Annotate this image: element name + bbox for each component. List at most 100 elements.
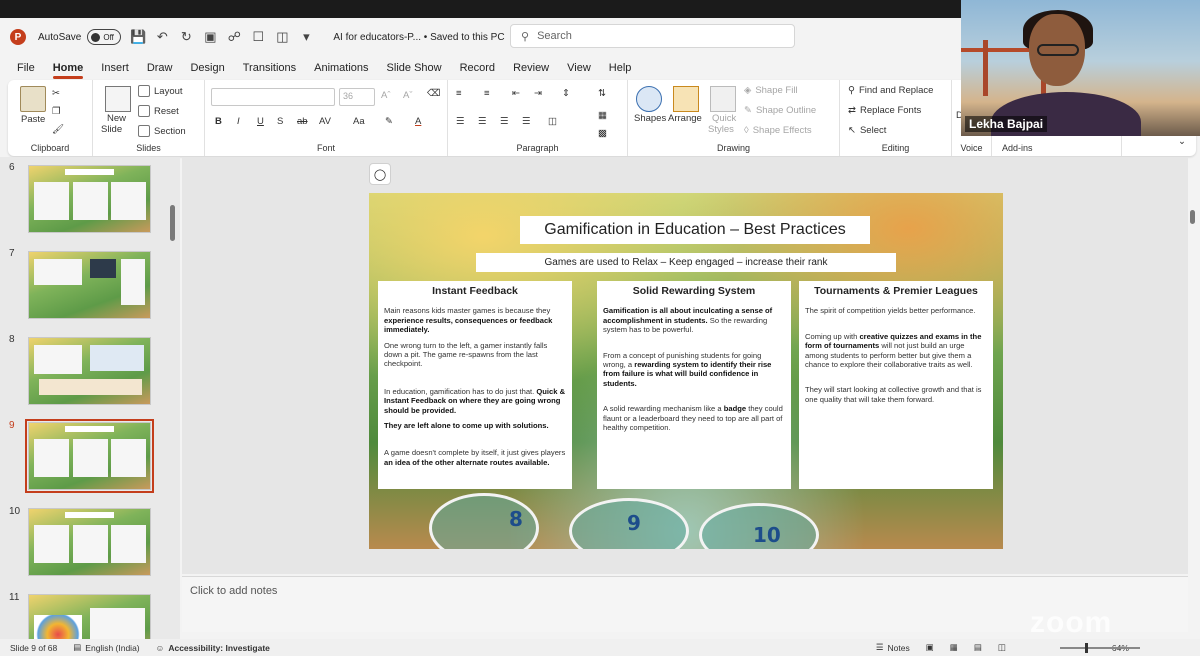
justify-icon[interactable]: ☰ — [522, 116, 531, 127]
format-painter-icon[interactable]: 🖌 — [52, 124, 64, 135]
new-slide-button[interactable]: New — [107, 113, 126, 124]
align-text-icon[interactable]: ▦ — [598, 110, 607, 121]
copy-icon[interactable]: ❐ — [52, 106, 61, 117]
paste-icon[interactable] — [20, 86, 46, 112]
undo-icon[interactable]: ↶ — [155, 29, 169, 44]
tab-file[interactable]: File — [17, 62, 35, 74]
replace-fonts-button[interactable]: ⇄ Replace Fonts — [848, 105, 921, 116]
columns-icon[interactable]: ◫ — [548, 116, 557, 127]
customize-qat-icon[interactable]: ▾ — [299, 29, 313, 44]
new-comment-icon[interactable]: ☐ — [251, 29, 265, 44]
section-button[interactable]: Section — [138, 125, 186, 137]
increase-font-icon[interactable]: Aˆ — [381, 90, 391, 101]
canvas-scrollbar[interactable] — [1190, 210, 1195, 224]
align-right-icon[interactable]: ☰ — [500, 116, 509, 127]
tab-help[interactable]: Help — [609, 62, 632, 74]
shape-effects-button[interactable]: ◊ Shape Effects — [744, 125, 812, 136]
designer-icon[interactable]: ◯ — [369, 163, 391, 185]
zoom-slider-thumb[interactable] — [1085, 643, 1088, 653]
slide-thumbnail[interactable] — [28, 251, 151, 319]
underline-icon[interactable]: U — [257, 116, 264, 127]
strikethrough-icon[interactable]: ab — [297, 116, 308, 127]
italic-icon[interactable]: I — [237, 116, 240, 127]
highlight-icon[interactable]: ✎ — [385, 116, 393, 127]
numbering-icon[interactable]: ≡ — [484, 88, 490, 99]
quick-styles-button-2[interactable]: Styles — [708, 124, 734, 135]
column-solid-rewarding[interactable]: Solid Rewarding System Gamification is a… — [597, 281, 791, 489]
shapes-icon[interactable] — [636, 86, 662, 112]
clear-formatting-icon[interactable]: ⌫ — [427, 88, 440, 99]
tab-insert[interactable]: Insert — [101, 62, 129, 74]
font-size-input[interactable]: 36 — [339, 88, 375, 106]
shape-fill-button[interactable]: ◈ Shape Fill — [744, 85, 798, 96]
shapes-button[interactable]: Shapes — [634, 113, 666, 124]
layout-button[interactable]: Layout — [138, 85, 183, 97]
arrange-button[interactable]: Arrange — [668, 113, 702, 124]
font-name-input[interactable] — [211, 88, 335, 106]
document-title[interactable]: AI for educators-P... • Saved to this PC — [333, 32, 504, 43]
decrease-indent-icon[interactable]: ⇤ — [512, 88, 520, 99]
tab-animations[interactable]: Animations — [314, 62, 368, 74]
line-spacing-icon[interactable]: ⇕ — [562, 88, 570, 99]
slide-thumbnail[interactable] — [28, 508, 151, 576]
search-box[interactable]: ⚲ Search — [510, 24, 795, 48]
align-left-icon[interactable]: ☰ — [456, 116, 465, 127]
quick-styles-icon[interactable] — [710, 86, 736, 112]
reading-view-icon[interactable]: ▤ — [974, 642, 982, 653]
tab-view[interactable]: View — [567, 62, 591, 74]
slide-thumbnail[interactable] — [28, 165, 151, 233]
slide[interactable]: 8 9 10 Gamification in Education – Best … — [369, 193, 1003, 549]
tab-slide-show[interactable]: Slide Show — [387, 62, 442, 74]
bold-icon[interactable]: B — [215, 116, 222, 127]
slide-subtitle[interactable]: Games are used to Relax – Keep engaged –… — [476, 253, 896, 272]
increase-indent-icon[interactable]: ⇥ — [534, 88, 542, 99]
slideshow-icon[interactable]: ◫ — [998, 642, 1006, 653]
slide-thumbnail[interactable] — [28, 594, 151, 639]
zoom-slider[interactable] — [1060, 647, 1140, 649]
slide-thumbnail-active[interactable] — [25, 419, 154, 493]
font-color-icon[interactable]: A — [415, 116, 421, 127]
thumbnail-scrollbar[interactable] — [170, 205, 175, 241]
notes-button[interactable]: ☰ Notes — [876, 642, 910, 653]
cut-icon[interactable]: ✂ — [52, 88, 60, 99]
new-slide-icon[interactable] — [105, 86, 131, 112]
slide-title[interactable]: Gamification in Education – Best Practic… — [520, 216, 870, 244]
bullets-icon[interactable]: ≡ — [456, 88, 462, 99]
normal-view-icon[interactable]: ▣ — [926, 642, 934, 653]
accessibility-status[interactable]: ☺ Accessibility: Investigate — [156, 643, 270, 653]
decrease-font-icon[interactable]: Aˇ — [403, 90, 413, 101]
save-icon[interactable]: 💾 — [130, 29, 146, 44]
shape-outline-button[interactable]: ✎ Shape Outline — [744, 105, 816, 116]
present-icon[interactable]: ▣ — [203, 29, 217, 44]
from-beginning-icon[interactable]: ◫ — [275, 29, 289, 44]
align-center-icon[interactable]: ☰ — [478, 116, 487, 127]
shadow-icon[interactable]: S — [277, 116, 283, 127]
column-tournaments[interactable]: Tournaments & Premier Leagues The spirit… — [799, 281, 993, 489]
select-button[interactable]: ↖ Select — [848, 125, 886, 136]
autosave-toggle[interactable]: Off — [87, 29, 122, 45]
new-slide-button-2[interactable]: Slide — [101, 124, 122, 135]
text-direction-icon[interactable]: ⇅ — [598, 88, 606, 99]
find-replace-button[interactable]: ⚲ Find and Replace — [848, 85, 933, 96]
slide-thumbnail[interactable] — [28, 337, 151, 405]
change-case-icon[interactable]: Aa — [353, 116, 365, 127]
tab-home[interactable]: Home — [52, 62, 83, 79]
touch-mode-icon[interactable]: ☍ — [227, 29, 241, 44]
tab-draw[interactable]: Draw — [147, 62, 173, 74]
arrange-icon[interactable] — [673, 86, 699, 112]
paste-button[interactable]: Paste — [21, 114, 45, 125]
thumb-number: 7 — [9, 248, 15, 259]
redo-icon[interactable]: ↻ — [179, 29, 193, 44]
smartart-icon[interactable]: ▩ — [598, 128, 607, 139]
slide-sorter-icon[interactable]: ▦ — [950, 642, 958, 653]
reset-button[interactable]: Reset — [138, 105, 179, 117]
column-instant-feedback[interactable]: Instant Feedback Main reasons kids maste… — [378, 281, 572, 489]
collapse-ribbon-icon[interactable]: ⌄ — [1178, 136, 1186, 147]
language-status[interactable]: ▤ English (India) — [73, 642, 139, 653]
tab-transitions[interactable]: Transitions — [243, 62, 296, 74]
quick-styles-button[interactable]: Quick — [712, 113, 736, 124]
tab-record[interactable]: Record — [460, 62, 495, 74]
character-spacing-icon[interactable]: AV — [319, 116, 331, 127]
tab-review[interactable]: Review — [513, 62, 549, 74]
tab-design[interactable]: Design — [190, 62, 224, 74]
